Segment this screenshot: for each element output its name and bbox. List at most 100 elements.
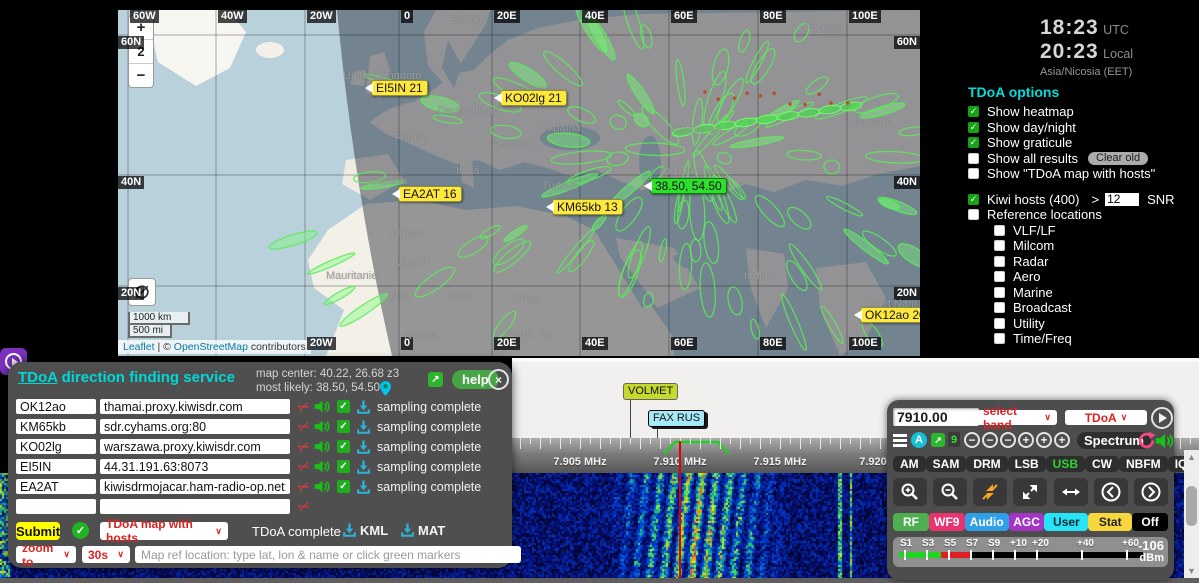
zoom-out-2-button[interactable]: − — [982, 432, 998, 448]
reference-child-checkbox[interactable] — [994, 271, 1005, 283]
zoom-to-select[interactable]: zoom to ∨ — [16, 541, 76, 569]
reference-child-checkbox[interactable] — [994, 286, 1005, 298]
map-ref-location-input[interactable] — [135, 546, 521, 563]
submit-button[interactable]: Submit — [16, 522, 60, 540]
passband-width-button[interactable] — [1053, 478, 1088, 506]
scroll-up-arrow[interactable]: ▲ — [1184, 452, 1199, 462]
listen-icon[interactable] — [314, 399, 331, 414]
option-checkbox[interactable]: ✓ — [968, 106, 979, 118]
mat-download[interactable]: MAT — [400, 522, 445, 538]
kiwi-hosts-checkbox[interactable]: ✓ — [968, 193, 979, 205]
scroll-down-arrow[interactable]: ▼ — [1184, 566, 1199, 576]
host-download-icon[interactable] — [356, 419, 371, 435]
host-marker[interactable]: KM65kb 13 — [546, 199, 623, 215]
scrollbar-thumb[interactable] — [1186, 486, 1197, 526]
panel-button-agc[interactable]: AGC — [1008, 513, 1045, 531]
host-ok-checkbox[interactable]: ✓ — [337, 460, 350, 473]
option-checkbox[interactable]: ✓ — [968, 137, 979, 149]
host-marker[interactable]: EA2AT 16 — [392, 186, 462, 202]
host-address-input[interactable] — [100, 399, 290, 414]
zoom-out-button[interactable]: − — [129, 64, 153, 87]
remove-host-icon[interactable]: ✂ — [293, 475, 314, 497]
reference-child-checkbox[interactable] — [994, 333, 1005, 345]
host-address-input[interactable] — [100, 499, 290, 514]
leaflet-link[interactable]: Leaflet — [123, 341, 155, 353]
host-address-input[interactable] — [100, 459, 290, 474]
mode-button-nbfm[interactable]: NBFM — [1119, 456, 1168, 472]
zoom-to-band-button[interactable] — [973, 478, 1008, 506]
listen-icon[interactable] — [314, 439, 331, 454]
host-address-input[interactable] — [100, 419, 290, 434]
panel-button-off[interactable]: Off — [1132, 513, 1169, 531]
zoom-out-3-button[interactable]: − — [1000, 432, 1016, 448]
remove-host-icon[interactable]: ✂ — [293, 495, 314, 517]
listen-icon[interactable] — [314, 479, 331, 494]
mode-button-am[interactable]: AM — [893, 456, 926, 472]
band-label-volmet[interactable]: VOLMET — [623, 383, 679, 400]
reference-child-checkbox[interactable] — [994, 317, 1005, 329]
frequency-input[interactable] — [893, 408, 979, 426]
zoom-in-1-button[interactable]: + — [1018, 432, 1034, 448]
most-likely-marker[interactable]: 38.50, 54.50 — [644, 178, 727, 194]
location-pin-icon[interactable] — [380, 381, 391, 396]
host-ok-checkbox[interactable]: ✓ — [337, 480, 350, 493]
host-grid-input[interactable] — [16, 479, 96, 494]
result-format-select[interactable]: TDoA map with hosts ∨ — [100, 517, 228, 545]
listen-icon[interactable] — [314, 459, 331, 474]
clear-old-button[interactable]: Clear old — [1088, 151, 1149, 165]
external-link-icon[interactable]: ↗ — [428, 372, 443, 387]
speaker-icon[interactable] — [1155, 432, 1175, 450]
remove-host-icon[interactable]: ✂ — [293, 455, 314, 477]
panel-button-rf[interactable]: RF — [893, 513, 929, 531]
host-grid-input[interactable] — [16, 439, 96, 454]
panel-button-audio[interactable]: Audio — [964, 513, 1009, 531]
host-download-icon[interactable] — [356, 399, 371, 415]
host-grid-input[interactable] — [16, 499, 96, 514]
snr-threshold-input[interactable] — [1105, 192, 1140, 206]
host-ok-checkbox[interactable]: ✓ — [337, 420, 350, 433]
option-checkbox[interactable] — [968, 152, 979, 164]
host-address-input[interactable] — [100, 439, 290, 454]
mode-button-drm[interactable]: DRM — [966, 456, 1008, 472]
mode-button-lsb[interactable]: LSB — [1007, 456, 1046, 472]
host-marker[interactable]: EI5IN 21 — [365, 80, 428, 96]
kml-download[interactable]: KML — [342, 522, 388, 538]
extension-start-button[interactable] — [1151, 407, 1173, 429]
host-marker[interactable]: KO02lg 21 — [494, 90, 567, 106]
wf-zoom-in-button[interactable] — [893, 478, 927, 506]
tdoa-map[interactable]: + 2 − 1000 km 500 mi Leaflet | © OpenStr… — [118, 10, 920, 356]
remove-host-icon[interactable]: ✂ — [293, 395, 314, 417]
wf-zoom-out-button[interactable] — [933, 478, 968, 506]
host-grid-input[interactable] — [16, 399, 96, 414]
zoom-in-3-button[interactable]: + — [1054, 432, 1070, 448]
host-grid-input[interactable] — [16, 419, 96, 434]
zoom-in-2-button[interactable]: + — [1036, 432, 1052, 448]
sample-duration-select[interactable]: 30s ∨ — [82, 546, 130, 563]
menu-icon[interactable] — [893, 434, 907, 447]
vertical-scrollbar[interactable]: ▲ ▼ — [1184, 450, 1199, 578]
tune-step-up-button[interactable] — [1133, 478, 1168, 506]
reference-child-checkbox[interactable] — [994, 255, 1005, 267]
host-download-icon[interactable] — [356, 459, 371, 475]
host-ok-checkbox[interactable]: ✓ — [337, 440, 350, 453]
panel-button-stat[interactable]: Stat — [1088, 513, 1133, 531]
option-checkbox[interactable]: ✓ — [968, 121, 979, 133]
tune-step-down-button[interactable] — [1093, 478, 1128, 506]
refresh-icon[interactable] — [1137, 431, 1156, 450]
zoom-out-1-button[interactable]: − — [964, 432, 980, 448]
host-ok-checkbox[interactable]: ✓ — [337, 400, 350, 413]
remove-host-icon[interactable]: ✂ — [293, 415, 314, 437]
host-grid-input[interactable] — [16, 459, 96, 474]
extension-select[interactable]: TDoA ∨ — [1065, 410, 1147, 425]
host-marker[interactable]: OK12ao 20 — [854, 307, 920, 323]
host-download-icon[interactable] — [356, 479, 371, 495]
host-address-input[interactable] — [100, 479, 290, 494]
reference-child-checkbox[interactable] — [994, 240, 1005, 252]
panel-button-wf9[interactable]: WF9 — [928, 513, 965, 531]
mode-button-usb[interactable]: USB — [1045, 456, 1086, 472]
band-label-fax-rus[interactable]: FAX RUS — [648, 410, 706, 427]
map-zoom-control[interactable]: + 2 − — [128, 15, 154, 88]
option-checkbox[interactable] — [968, 168, 979, 180]
mode-button-sam[interactable]: SAM — [925, 456, 967, 472]
listen-icon[interactable] — [314, 419, 331, 434]
